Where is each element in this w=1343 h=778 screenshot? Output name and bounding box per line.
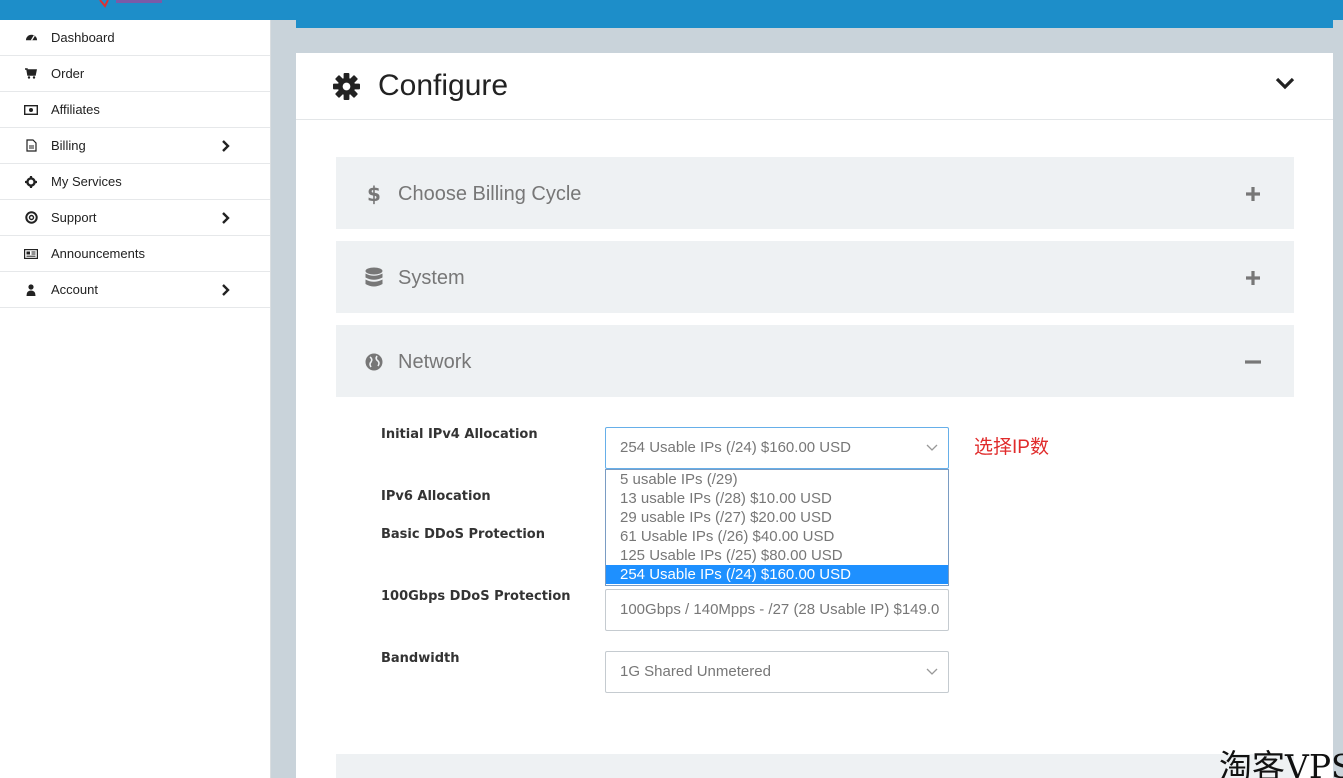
plus-icon[interactable] [1244, 269, 1262, 287]
section-system[interactable]: System [336, 241, 1294, 313]
section-label: Choose Billing Cycle [398, 183, 582, 205]
globe-icon [364, 352, 384, 372]
cog-icon [24, 175, 38, 189]
logo-fragment [99, 0, 162, 8]
section-label: System [398, 267, 465, 289]
cart-icon [24, 67, 38, 81]
newspaper-icon [24, 247, 38, 261]
ipv4-option[interactable]: 5 usable IPs (/29) [606, 470, 948, 489]
ipv4-select[interactable]: 254 Usable IPs (/24) $160.00 USD [605, 427, 949, 469]
chevron-down-icon[interactable] [1274, 75, 1296, 91]
database-icon [364, 267, 384, 288]
minus-icon[interactable] [1244, 353, 1262, 371]
ipv4-label: Initial IPv4 Allocation [381, 427, 538, 442]
sidebar-item-billing[interactable]: Billing [0, 128, 270, 164]
ipv4-option[interactable]: 61 Usable IPs (/26) $40.00 USD [606, 527, 948, 546]
ddos-100g-label: 100Gbps DDoS Protection [381, 589, 571, 604]
sidebar: Dashboard Order Affiliates Billing My Se… [0, 20, 271, 778]
section-billing-cycle[interactable]: $ Choose Billing Cycle [336, 157, 1294, 229]
sidebar-item-label: Order [51, 66, 85, 81]
section-next-collapsed[interactable] [336, 754, 1294, 778]
chevron-down-icon [926, 668, 938, 675]
sidebar-item-dashboard[interactable]: Dashboard [0, 20, 270, 56]
chevron-right-icon [222, 211, 230, 224]
ipv6-label: IPv6 Allocation [381, 489, 491, 504]
section-network[interactable]: Network [336, 325, 1294, 397]
chevron-right-icon [222, 139, 230, 152]
ddos-100g-value: 100Gbps / 140Mpps - /27 (28 Usable IP) $… [620, 601, 940, 618]
money-icon [24, 103, 38, 117]
sidebar-item-account[interactable]: Account [0, 272, 270, 308]
section-label: Network [398, 351, 472, 373]
bandwidth-label: Bandwidth [381, 651, 460, 666]
sidebar-item-affiliates[interactable]: Affiliates [0, 92, 270, 128]
content-accent-strip [296, 20, 1333, 28]
sidebar-item-label: Account [51, 282, 98, 297]
bandwidth-select[interactable]: 1G Shared Unmetered [605, 651, 949, 693]
ipv4-selected-value: 254 Usable IPs (/24) $160.00 USD [620, 439, 851, 456]
lifebuoy-icon [24, 211, 38, 225]
basic-ddos-label: Basic DDoS Protection [381, 527, 545, 542]
sidebar-item-order[interactable]: Order [0, 56, 270, 92]
bandwidth-value: 1G Shared Unmetered [620, 663, 771, 680]
invoice-icon [24, 139, 38, 153]
sidebar-item-label: Announcements [51, 246, 145, 261]
sidebar-item-my-services[interactable]: My Services [0, 164, 270, 200]
ddos-100g-select[interactable]: 100Gbps / 140Mpps - /27 (28 Usable IP) $… [605, 589, 949, 631]
chevron-right-icon [222, 283, 230, 296]
watermark: 淘客VPS [1219, 747, 1343, 778]
sidebar-item-label: Billing [51, 138, 86, 153]
annotation-label: 选择IP数 [974, 437, 1049, 458]
ipv4-dropdown-list: 5 usable IPs (/29) 13 usable IPs (/28) $… [605, 469, 949, 586]
chevron-down-icon [926, 444, 938, 451]
plus-icon[interactable] [1244, 185, 1262, 203]
ipv4-option[interactable]: 29 usable IPs (/27) $20.00 USD [606, 508, 948, 527]
sidebar-item-label: Support [51, 210, 97, 225]
user-icon [24, 283, 38, 297]
panel-title: Configure [378, 69, 509, 102]
configure-panel: Configure $ Choose Billing Cycle System … [296, 53, 1333, 778]
gear-icon [333, 73, 360, 100]
dollar-icon: $ [367, 182, 381, 206]
sidebar-item-announcements[interactable]: Announcements [0, 236, 270, 272]
ipv4-option[interactable]: 13 usable IPs (/28) $10.00 USD [606, 489, 948, 508]
ipv4-option[interactable]: 125 Usable IPs (/25) $80.00 USD [606, 546, 948, 565]
sidebar-item-label: Affiliates [51, 102, 100, 117]
dashboard-icon [24, 31, 38, 45]
panel-header: Configure [296, 53, 1333, 120]
top-bar [0, 0, 1343, 20]
sidebar-item-support[interactable]: Support [0, 200, 270, 236]
ipv4-option-selected[interactable]: 254 Usable IPs (/24) $160.00 USD [606, 565, 948, 584]
sidebar-item-label: Dashboard [51, 30, 115, 45]
sidebar-item-label: My Services [51, 174, 122, 189]
